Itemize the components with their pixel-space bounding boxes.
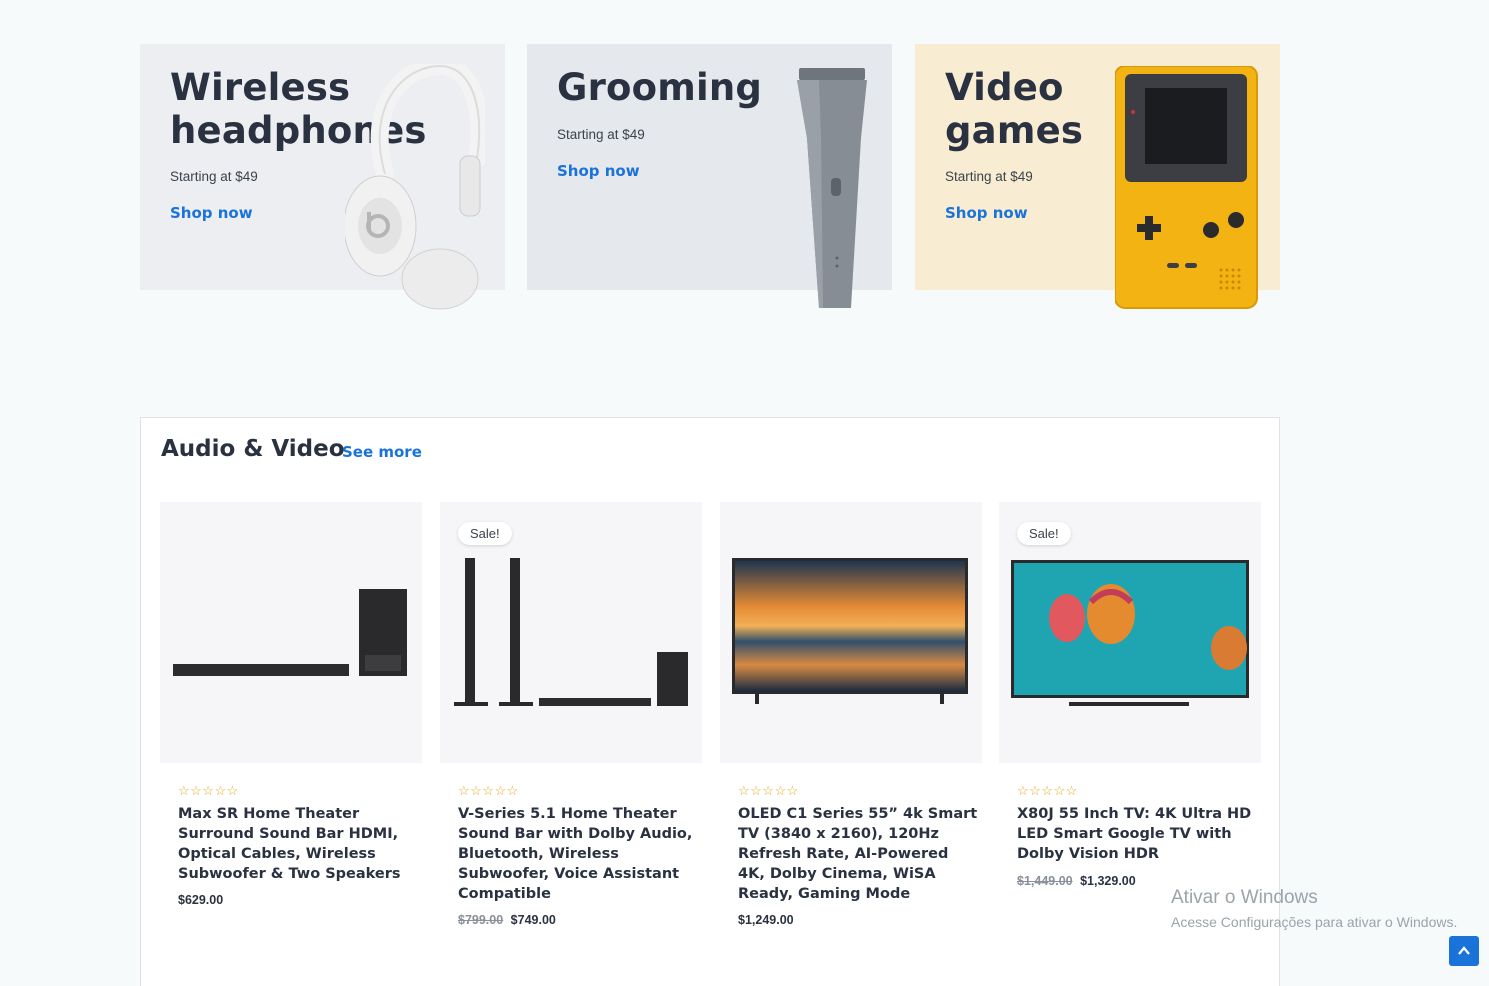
section-title: Audio & Video bbox=[161, 436, 345, 462]
current-price: $1,329.00 bbox=[1080, 874, 1136, 888]
product-price: $1,249.00 bbox=[738, 913, 794, 927]
current-price: $629.00 bbox=[178, 893, 224, 907]
product-card[interactable]: Sale! ☆☆☆☆☆ V-Series 5.1 Home Theater So… bbox=[440, 502, 702, 927]
promo-grooming[interactable]: Grooming Starting at $49 Shop now bbox=[527, 44, 892, 308]
product-image[interactable] bbox=[720, 502, 982, 763]
rating-stars: ☆☆☆☆☆ bbox=[1017, 783, 1078, 798]
scroll-to-top-button[interactable] bbox=[1449, 936, 1479, 966]
promo-video-games[interactable]: Video games Starting at $49 Shop now bbox=[915, 44, 1280, 309]
promo-title: Grooming bbox=[557, 66, 763, 109]
current-price: $749.00 bbox=[510, 913, 556, 927]
sale-badge: Sale! bbox=[458, 522, 512, 545]
chevron-up-icon bbox=[1458, 946, 1470, 955]
hair-clipper-image bbox=[797, 68, 867, 308]
promo-subtitle: Starting at $49 bbox=[557, 127, 645, 142]
product-name[interactable]: Max SR Home Theater Surround Sound Bar H… bbox=[178, 804, 418, 884]
soundbar-image bbox=[173, 589, 407, 676]
promo-headphones[interactable]: Wireless headphones Starting at $49 Shop… bbox=[140, 44, 505, 310]
old-price: $1,449.00 bbox=[1017, 874, 1073, 888]
rating-stars: ☆☆☆☆☆ bbox=[738, 783, 799, 798]
promo-title: Video games bbox=[945, 66, 1084, 152]
oled-tv-image bbox=[732, 558, 968, 704]
old-price: $799.00 bbox=[458, 913, 504, 927]
sale-badge: Sale! bbox=[1017, 522, 1071, 545]
product-name[interactable]: V-Series 5.1 Home Theater Sound Bar with… bbox=[458, 804, 698, 904]
current-price: $1,249.00 bbox=[738, 913, 794, 927]
product-card[interactable]: Sale! ☆☆☆☆☆ X80J 55 Inch TV: 4K Ultra HD… bbox=[999, 502, 1261, 888]
rating-stars: ☆☆☆☆☆ bbox=[458, 783, 519, 798]
product-image[interactable] bbox=[160, 502, 422, 763]
see-more-link[interactable]: See more bbox=[342, 443, 422, 461]
product-price: $1,449.00 $1,329.00 bbox=[1017, 874, 1136, 888]
product-image[interactable]: Sale! bbox=[999, 502, 1261, 763]
headphones-image bbox=[345, 64, 485, 310]
shop-now-link[interactable]: Shop now bbox=[945, 204, 1028, 222]
product-name[interactable]: X80J 55 Inch TV: 4K Ultra HD LED Smart G… bbox=[1017, 804, 1257, 864]
product-card[interactable]: ☆☆☆☆☆ Max SR Home Theater Surround Sound… bbox=[160, 502, 422, 907]
audio-video-section: Audio & Video See more ☆☆☆☆☆ Max SR Home… bbox=[140, 417, 1280, 986]
shop-now-link[interactable]: Shop now bbox=[557, 162, 640, 180]
product-name[interactable]: OLED C1 Series 55” 4k Smart TV (3840 x 2… bbox=[738, 804, 978, 904]
watermark-subtitle: Acesse Configurações para ativar o Windo… bbox=[1171, 914, 1458, 930]
product-image[interactable]: Sale! bbox=[440, 502, 702, 763]
promo-subtitle: Starting at $49 bbox=[945, 169, 1033, 184]
product-price: $799.00 $749.00 bbox=[458, 913, 556, 927]
windows-activation-watermark: Ativar o Windows Acesse Configurações pa… bbox=[1171, 887, 1457, 930]
product-price: $629.00 bbox=[178, 893, 223, 907]
promo-banners: Wireless headphones Starting at $49 Shop… bbox=[140, 44, 1280, 314]
product-card[interactable]: ☆☆☆☆☆ OLED C1 Series 55” 4k Smart TV (38… bbox=[720, 502, 982, 927]
game-boy-image bbox=[1115, 66, 1258, 309]
watermark-title: Ativar o Windows bbox=[1171, 887, 1318, 908]
rating-stars: ☆☆☆☆☆ bbox=[178, 783, 239, 798]
shop-now-link[interactable]: Shop now bbox=[170, 204, 253, 222]
promo-subtitle: Starting at $49 bbox=[170, 169, 258, 184]
